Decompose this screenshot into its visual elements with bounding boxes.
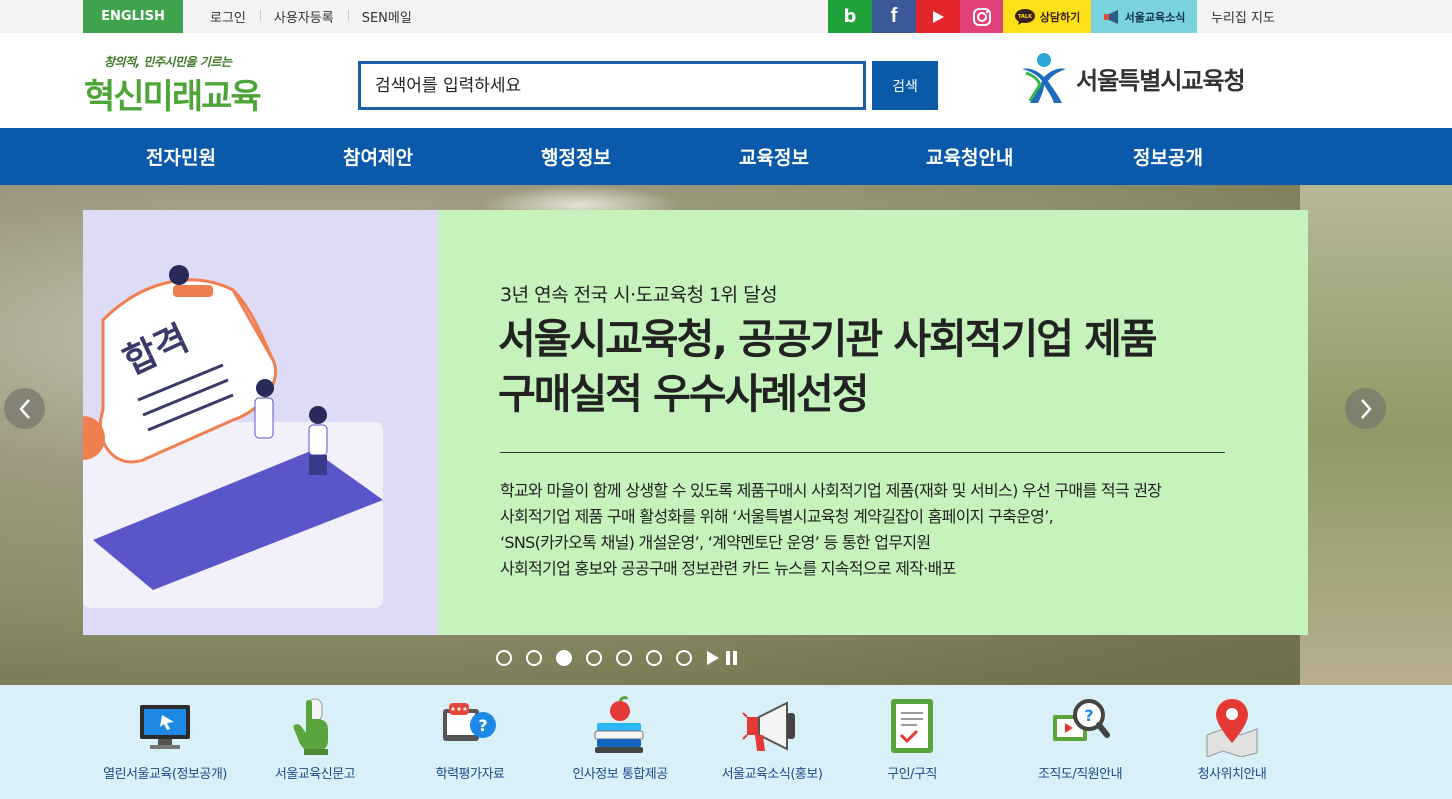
slogan-subtitle: 창의적, 민주시민을 기르는 xyxy=(104,55,232,69)
quick-item-jobs[interactable]: 구인/구직 xyxy=(832,685,992,799)
megaphone-icon xyxy=(1103,9,1118,24)
site-header: 창의적, 민주시민을 기르는 혁신미래교육 검색 서울특별시교육청 xyxy=(0,33,1452,128)
main-navigation: 전자민원 참여제안 행정정보 교육정보 교육청안내 정보공개 xyxy=(0,128,1452,185)
org-name: 서울특별시교육청 xyxy=(1076,66,1246,95)
quick-item-hr-info[interactable]: 인사정보 통합제공 xyxy=(540,685,700,799)
search-input[interactable] xyxy=(358,61,866,110)
chat-question-icon: ? xyxy=(443,703,496,741)
nav-office-guide[interactable]: 교육청안내 xyxy=(926,128,1013,185)
slogan-logo[interactable]: 창의적, 민주시민을 기르는 혁신미래교육 xyxy=(84,53,264,117)
quick-item-assessment[interactable]: ? 학력평가자료 xyxy=(390,685,550,799)
facebook-icon: f xyxy=(890,5,898,27)
slide-play-button[interactable] xyxy=(706,650,720,666)
pause-icon-bar xyxy=(726,651,730,665)
quick-label: 서울교육신문고 xyxy=(274,767,356,782)
english-button[interactable]: ENGLISH xyxy=(83,0,183,33)
sme-logo[interactable]: 서울특별시교육청 xyxy=(1018,50,1246,106)
quick-item-location[interactable]: 청사위치안내 xyxy=(1152,685,1312,799)
nav-admin-info[interactable]: 행정정보 xyxy=(541,128,611,185)
slide-body-line: 사회적기업 제품 구매 활성화를 위해 ‘서울특별시교육청 계약길잡이 홈페이지… xyxy=(500,507,1054,526)
pause-icon-bar xyxy=(733,651,737,665)
quick-item-organization[interactable]: ? 조직도/직원안내 xyxy=(1000,685,1160,799)
megaphone-icon xyxy=(742,701,795,751)
hero-slider: 합격 3년 연속 전국 시·도교육청 1위 달성 서울시교육청, 공공기관 사회… xyxy=(0,185,1452,685)
nav-e-civil[interactable]: 전자민원 xyxy=(146,128,216,185)
quick-label: 구인/구직 xyxy=(887,767,937,782)
nav-education-info[interactable]: 교육정보 xyxy=(739,128,809,185)
slide-body-line: ‘SNS(카카오톡 채널) 개설운영’, ‘계약멘토단 운영’ 등 통한 업무지… xyxy=(500,533,931,552)
slide-dot-5[interactable] xyxy=(616,650,632,666)
hand-cursor-icon xyxy=(293,698,328,755)
slide-dot-6[interactable] xyxy=(646,650,662,666)
slide-next-button[interactable] xyxy=(1345,388,1386,429)
slide-body-line: 사회적기업 홍보와 공공구매 정보관련 카드 뉴스를 지속적으로 제작·배포 xyxy=(500,559,956,578)
register-link[interactable]: 사용자등록 xyxy=(259,7,348,26)
clipboard-check-icon xyxy=(891,699,933,753)
login-link[interactable]: 로그인 xyxy=(196,7,260,26)
utility-links: 로그인 사용자등록 SEN메일 xyxy=(196,0,426,33)
quick-label: 조직도/직원안내 xyxy=(1037,767,1123,782)
play-icon xyxy=(707,651,719,665)
slide-divider xyxy=(500,452,1225,453)
quick-label: 인사정보 통합제공 xyxy=(572,767,668,782)
quick-label: 열린서울교육(정보공개) xyxy=(103,767,227,782)
quick-label: 서울교육소식(홍보) xyxy=(721,767,823,782)
blog-button[interactable]: b xyxy=(828,0,872,33)
nav-participation[interactable]: 참여제안 xyxy=(343,128,413,185)
kakao-talk-consult-button[interactable]: TALK 상담하기 xyxy=(1003,0,1091,33)
youtube-icon xyxy=(933,10,944,23)
slide-banner[interactable]: 합격 3년 연속 전국 시·도교육청 1위 달성 서울시교육청, 공공기관 사회… xyxy=(83,210,1308,635)
monitor-icon xyxy=(140,705,190,749)
svg-text:?: ? xyxy=(1084,706,1093,725)
slide-dot-2[interactable] xyxy=(526,650,542,666)
slide-prev-button[interactable] xyxy=(4,388,45,429)
instagram-icon xyxy=(972,7,991,26)
chevron-right-icon xyxy=(1360,398,1372,419)
quick-label: 학력평가자료 xyxy=(435,767,505,782)
slide-title: 서울시교육청, 공공기관 사회적기업 제품 구매실적 우수사례선정 xyxy=(498,312,1298,422)
quick-item-petition[interactable]: 서울교육신문고 xyxy=(235,685,395,799)
slide-dot-7[interactable] xyxy=(676,650,692,666)
quick-menu: 열린서울교육(정보공개) 서울교육신문고 ? 학력평가자료 인사정보 통합제공 … xyxy=(0,685,1452,799)
sme-emblem-icon xyxy=(1022,53,1066,103)
svg-text:TALK: TALK xyxy=(1018,14,1033,20)
news-label: 서울교육소식 xyxy=(1124,10,1186,24)
quick-item-news[interactable]: 서울교육소식(홍보) xyxy=(692,685,852,799)
blog-icon: b xyxy=(843,6,857,27)
map-pin-icon xyxy=(1206,699,1258,757)
sen-mail-link[interactable]: SEN메일 xyxy=(347,7,426,26)
facebook-button[interactable]: f xyxy=(872,0,916,33)
slide-pause-button[interactable] xyxy=(726,650,740,666)
nav-info-disclosure[interactable]: 정보공개 xyxy=(1133,128,1203,185)
chevron-left-icon xyxy=(18,398,30,419)
quick-item-open-edu[interactable]: 열린서울교육(정보공개) xyxy=(85,685,245,799)
search-button[interactable]: 검색 xyxy=(872,61,938,110)
sitemap-link[interactable]: 누리집 지도 xyxy=(1211,0,1275,33)
slogan-title: 혁신미래교육 xyxy=(84,77,262,117)
instagram-button[interactable] xyxy=(960,0,1003,33)
slide-title-line-2: 구매실적 우수사례선정 xyxy=(498,370,869,418)
slide-dot-4[interactable] xyxy=(586,650,602,666)
youtube-button[interactable] xyxy=(916,0,960,33)
slide-illustration: 합격 xyxy=(83,210,438,635)
hero-background-blur xyxy=(1300,185,1452,685)
quick-label: 청사위치안내 xyxy=(1197,767,1267,782)
magnifier-question-icon: ? xyxy=(1053,699,1110,741)
svg-text:?: ? xyxy=(478,716,487,735)
pass-certificate-illustration: 합격 xyxy=(83,265,383,608)
slide-body-line: 학교와 마을이 함께 상생할 수 있도록 제품구매시 사회적기업 제품(재화 및… xyxy=(500,481,1162,500)
slide-title-line-1: 서울시교육청, 공공기관 사회적기업 제품 xyxy=(498,315,1158,363)
slide-dot-3[interactable] xyxy=(556,650,572,666)
slide-content: 3년 연속 전국 시·도교육청 1위 달성 서울시교육청, 공공기관 사회적기업… xyxy=(438,210,1308,635)
kakao-talk-icon: TALK xyxy=(1014,8,1035,25)
slide-pagination xyxy=(496,650,740,666)
consult-label: 상담하기 xyxy=(1039,10,1081,24)
books-apple-icon xyxy=(594,696,644,753)
slide-dot-1[interactable] xyxy=(496,650,512,666)
seoul-edu-news-button[interactable]: 서울교육소식 xyxy=(1091,0,1197,33)
slide-kicker: 3년 연속 전국 시·도교육청 1위 달성 xyxy=(500,284,778,306)
utility-bar: ENGLISH 로그인 사용자등록 SEN메일 b f TALK 상담하기 서울… xyxy=(0,0,1452,33)
slide-body: 학교와 마을이 함께 상생할 수 있도록 제품구매시 사회적기업 제품(재화 및… xyxy=(500,478,1280,582)
